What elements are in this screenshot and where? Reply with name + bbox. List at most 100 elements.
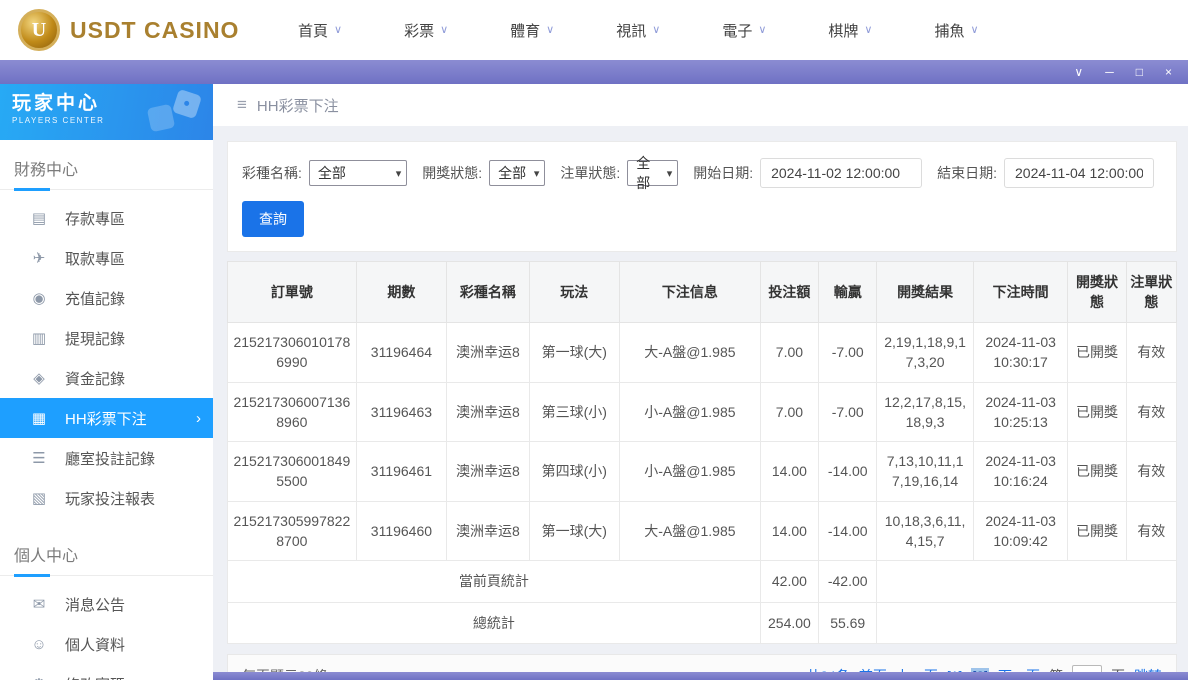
page-summary-label: 當前頁統計 — [228, 561, 761, 602]
cell-order-no: 2152173060071368960 — [228, 382, 357, 442]
cell-draw-result: 12,2,17,8,15,18,9,3 — [877, 382, 974, 442]
sidebar-item-label: 提現記錄 — [65, 328, 125, 349]
order-status-label: 注單狀態: — [560, 163, 620, 183]
lottery-name-select[interactable]: 全部 ▾ — [309, 160, 407, 186]
nav-item-fishing[interactable]: 捕魚 ∨ — [934, 20, 978, 41]
total-summary-empty — [877, 602, 1177, 643]
sidebar-item-label: 取款專區 — [65, 248, 125, 269]
dropdown-arrow-icon: ▾ — [396, 167, 402, 180]
cell-draw-result: 2,19,1,18,9,17,3,20 — [877, 323, 974, 383]
sidebar-item-funds-record[interactable]: ◈ 資金記錄 — [0, 358, 213, 398]
profile-icon: ☺ — [30, 636, 48, 653]
cell-order-status: 有效 — [1126, 442, 1176, 502]
sidebar-item-label: 充值記錄 — [65, 288, 125, 309]
window-title-bar: ∨ ─ □ × — [0, 60, 1188, 84]
cell-bet-amount: 14.00 — [760, 501, 818, 561]
cell-bet-info: 小-A盤@1.985 — [620, 442, 761, 502]
select-value: 全部 — [318, 163, 346, 183]
sidebar-item-label: 修改密碼 — [65, 674, 125, 680]
end-date-input[interactable] — [1004, 158, 1154, 188]
window-bottom-edge — [213, 672, 1188, 680]
players-center-title: 玩家中心 — [12, 93, 201, 116]
header-bet-amount: 投注額 — [760, 262, 818, 323]
draw-status-select[interactable]: 全部 ▾ — [489, 160, 545, 186]
cell-period: 31196461 — [356, 442, 446, 502]
cell-draw-status: 已開獎 — [1068, 323, 1126, 383]
order-status-select[interactable]: 全部 ▾ — [627, 160, 678, 186]
cell-bet-time: 2024-11-03 10:25:13 — [973, 382, 1067, 442]
cell-lottery-name: 澳洲幸运8 — [447, 382, 529, 442]
cell-draw-result: 7,13,10,11,17,19,16,14 — [877, 442, 974, 502]
header-lottery-name: 彩種名稱 — [447, 262, 529, 323]
sidebar-item-label: 資金記錄 — [65, 368, 125, 389]
sidebar-item-change-password[interactable]: ⚙ 修改密碼 — [0, 664, 213, 680]
nav-item-home[interactable]: 首頁 ∨ — [298, 20, 342, 41]
cell-draw-result: 10,18,3,6,11,4,15,7 — [877, 501, 974, 561]
funds-record-icon: ◈ — [30, 369, 48, 387]
chevron-down-icon: ∨ — [864, 25, 872, 36]
deposit-icon: ▤ — [30, 209, 48, 227]
sidebar-item-profile[interactable]: ☺ 個人資料 — [0, 624, 213, 664]
sidebar-item-cashout-record[interactable]: ▥ 提現記錄 — [0, 318, 213, 358]
player-report-icon: ▧ — [30, 489, 48, 507]
window-collapse-button[interactable]: ∨ — [1074, 66, 1083, 78]
cell-bet-time: 2024-11-03 10:09:42 — [973, 501, 1067, 561]
chevron-down-icon: ∨ — [970, 25, 978, 36]
window-minimize-button[interactable]: ─ — [1105, 66, 1114, 78]
chevron-down-icon: ∨ — [440, 25, 448, 36]
cell-bet-info: 小-A盤@1.985 — [620, 382, 761, 442]
cell-draw-status: 已開獎 — [1068, 382, 1126, 442]
cell-bet-amount: 7.00 — [760, 382, 818, 442]
chevron-down-icon: ∨ — [758, 25, 766, 36]
header-bet-time: 下注時間 — [973, 262, 1067, 323]
chevron-down-icon: ∨ — [546, 25, 554, 36]
nav-item-label: 彩票 — [404, 20, 434, 41]
end-date-label: 結束日期: — [937, 163, 997, 183]
sidebar-item-lottery-bet[interactable]: ▦ HH彩票下注 › — [0, 398, 213, 438]
cell-win-loss: -7.00 — [819, 382, 877, 442]
page-summary-amount: 42.00 — [760, 561, 818, 602]
start-date-input[interactable] — [760, 158, 922, 188]
site-logo: U USDT CASINO — [18, 9, 266, 51]
search-button[interactable]: 查詢 — [242, 201, 304, 237]
cell-win-loss: -14.00 — [819, 501, 877, 561]
personal-section-label: 個人中心 — [0, 532, 213, 576]
nav-item-video[interactable]: 視訊 ∨ — [616, 20, 660, 41]
bet-records-table: 訂單號 期數 彩種名稱 玩法 下注信息 投注額 輸贏 開獎結果 下注時間 開獎狀… — [227, 261, 1177, 644]
sidebar-item-announcements[interactable]: ✉ 消息公告 — [0, 584, 213, 624]
sidebar-item-recharge-record[interactable]: ◉ 充值記錄 — [0, 278, 213, 318]
filter-panel: 彩種名稱: 全部 ▾ 開獎狀態: 全部 ▾ 注單狀態: 全部 ▾ — [227, 141, 1177, 252]
cell-play-type: 第四球(小) — [529, 442, 619, 502]
cell-order-status: 有效 — [1126, 323, 1176, 383]
nav-item-electronic[interactable]: 電子 ∨ — [722, 20, 766, 41]
cell-win-loss: -7.00 — [819, 323, 877, 383]
cell-bet-time: 2024-11-03 10:16:24 — [973, 442, 1067, 502]
cell-play-type: 第一球(大) — [529, 501, 619, 561]
cell-period: 31196464 — [356, 323, 446, 383]
nav-item-sports[interactable]: 體育 ∨ — [510, 20, 554, 41]
nav-item-board-games[interactable]: 棋牌 ∨ — [828, 20, 872, 41]
hamburger-menu-icon[interactable]: ≡ — [237, 95, 247, 115]
logo-text: USDT CASINO — [70, 17, 239, 44]
sidebar-item-deposit[interactable]: ▤ 存款專區 — [0, 198, 213, 238]
cell-bet-info: 大-A盤@1.985 — [620, 323, 761, 383]
table-row: 2152173060101786990 31196464 澳洲幸运8 第一球(大… — [228, 323, 1177, 383]
chevron-down-icon: ∨ — [334, 25, 342, 36]
sidebar-item-hall-bet-record[interactable]: ☰ 廳室投註記錄 — [0, 438, 213, 478]
sidebar-item-player-report[interactable]: ▧ 玩家投注報表 — [0, 478, 213, 518]
window-close-button[interactable]: × — [1165, 66, 1172, 78]
logo-icon: U — [18, 9, 60, 51]
dropdown-arrow-icon: ▾ — [534, 167, 540, 180]
cell-play-type: 第三球(小) — [529, 382, 619, 442]
nav-item-label: 電子 — [722, 20, 752, 41]
header-win-loss: 輸贏 — [819, 262, 877, 323]
sidebar-item-label: 個人資料 — [65, 634, 125, 655]
sidebar-item-withdraw[interactable]: ✈ 取款專區 — [0, 238, 213, 278]
sidebar-item-label: 廳室投註記錄 — [65, 448, 155, 469]
cell-period: 31196460 — [356, 501, 446, 561]
window-maximize-button[interactable]: □ — [1136, 66, 1143, 78]
nav-item-lottery[interactable]: 彩票 ∨ — [404, 20, 448, 41]
cell-bet-amount: 7.00 — [760, 323, 818, 383]
select-value: 全部 — [498, 163, 526, 183]
cell-play-type: 第一球(大) — [529, 323, 619, 383]
